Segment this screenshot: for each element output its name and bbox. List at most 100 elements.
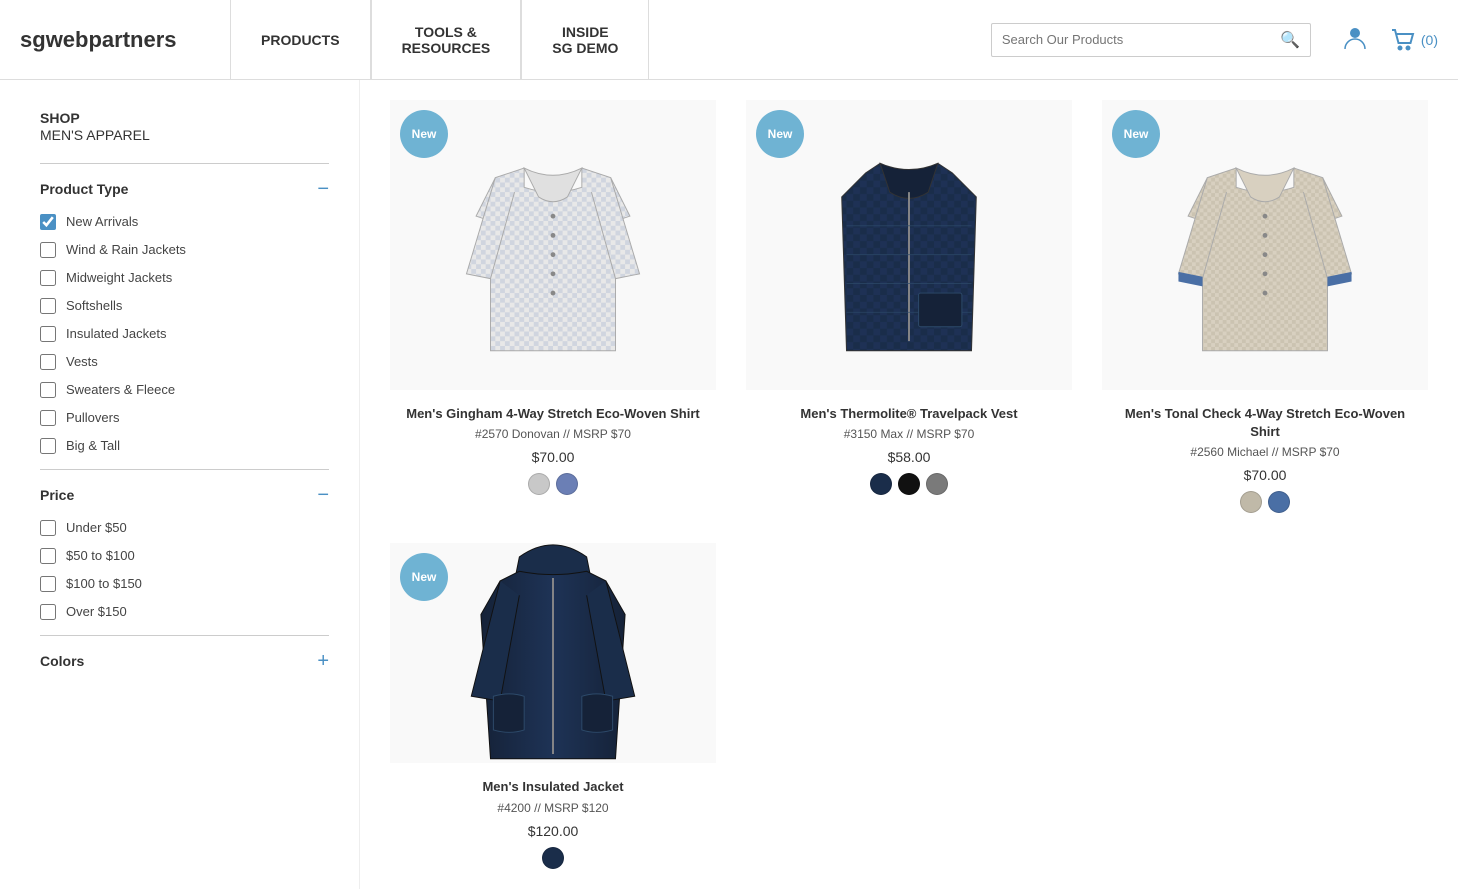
- logo-regular: webpartners: [46, 27, 177, 52]
- product-swatches-p4: [482, 847, 623, 869]
- site-logo[interactable]: sgwebpartners: [20, 27, 200, 53]
- filter-softshells-label: Softshells: [66, 298, 122, 313]
- product-price-p1: $70.00: [406, 449, 699, 465]
- filter-under50-checkbox[interactable]: [40, 520, 56, 536]
- product-name-p2: Men's Thermolite® Travelpack Vest: [800, 405, 1017, 423]
- product-info-p3: Men's Tonal Check 4-Way Stretch Eco-Wove…: [1102, 405, 1428, 513]
- filter-100to150-checkbox[interactable]: [40, 576, 56, 592]
- filter-50to100-checkbox[interactable]: [40, 548, 56, 564]
- sidebar-divider-3: [40, 635, 329, 636]
- sidebar: SHOP MEN'S APPAREL Product Type − New Ar…: [0, 80, 360, 889]
- swatch-p3-1[interactable]: [1240, 491, 1262, 513]
- product-price-p3: $70.00: [1112, 467, 1418, 483]
- filter-softshells[interactable]: Softshells: [40, 298, 329, 314]
- main-content: SHOP MEN'S APPAREL Product Type − New Ar…: [0, 80, 1458, 889]
- filter-100to150[interactable]: $100 to $150: [40, 576, 329, 592]
- filter-pullovers-label: Pullovers: [66, 410, 119, 425]
- swatch-p3-2[interactable]: [1268, 491, 1290, 513]
- header-icons: (0): [1341, 23, 1438, 57]
- swatch-p1-2[interactable]: [556, 473, 578, 495]
- filter-over150[interactable]: Over $150: [40, 604, 329, 620]
- product-sku-p3: #2560 Michael // MSRP $70: [1112, 445, 1418, 459]
- swatch-p1-1[interactable]: [528, 473, 550, 495]
- main-nav: PRODUCTS TOOLS & RESOURCES INSIDE SG DEM…: [230, 0, 971, 79]
- filter-new-arrivals[interactable]: New Arrivals: [40, 214, 329, 230]
- product-swatches-p2: [800, 473, 1017, 495]
- filter-sweaters-checkbox[interactable]: [40, 382, 56, 398]
- product-card-p4[interactable]: New: [390, 543, 716, 868]
- product-info-p1: Men's Gingham 4-Way Stretch Eco-Woven Sh…: [396, 405, 709, 495]
- price-title: Price: [40, 487, 74, 503]
- product-info-p4: Men's Insulated Jacket #4200 // MSRP $12…: [472, 778, 633, 868]
- swatch-p2-2[interactable]: [898, 473, 920, 495]
- product-sku-p1: #2570 Donovan // MSRP $70: [406, 427, 699, 441]
- swatch-p4-1[interactable]: [542, 847, 564, 869]
- filter-50to100[interactable]: $50 to $100: [40, 548, 329, 564]
- search-input[interactable]: [1002, 32, 1280, 47]
- search-bar: 🔍: [991, 23, 1311, 57]
- logo-bold: sg: [20, 27, 46, 52]
- product-card-p3[interactable]: New: [1102, 100, 1428, 513]
- colors-section-header[interactable]: Colors +: [40, 651, 329, 671]
- product-name-p4: Men's Insulated Jacket: [482, 778, 623, 796]
- filter-sweaters-label: Sweaters & Fleece: [66, 382, 175, 397]
- product-swatches-p3: [1112, 491, 1418, 513]
- filter-insulated-checkbox[interactable]: [40, 326, 56, 342]
- filter-wind-rain[interactable]: Wind & Rain Jackets: [40, 242, 329, 258]
- product-type-filters: New Arrivals Wind & Rain Jackets Midweig…: [40, 214, 329, 454]
- filter-vests-label: Vests: [66, 354, 98, 369]
- filter-under50[interactable]: Under $50: [40, 520, 329, 536]
- price-collapse-btn[interactable]: −: [317, 485, 329, 505]
- filter-midweight-checkbox[interactable]: [40, 270, 56, 286]
- product-card-p2[interactable]: New: [746, 100, 1072, 513]
- filter-midweight-label: Midweight Jackets: [66, 270, 172, 285]
- product-image-p3: New: [1102, 100, 1428, 390]
- filter-50to100-label: $50 to $100: [66, 548, 135, 563]
- filter-vests[interactable]: Vests: [40, 354, 329, 370]
- colors-title: Colors: [40, 653, 84, 669]
- new-badge-p4: New: [400, 553, 448, 601]
- filter-big-tall-label: Big & Tall: [66, 438, 120, 453]
- filter-pullovers-checkbox[interactable]: [40, 410, 56, 426]
- swatch-p2-3[interactable]: [926, 473, 948, 495]
- filter-big-tall[interactable]: Big & Tall: [40, 438, 329, 454]
- filter-pullovers[interactable]: Pullovers: [40, 410, 329, 426]
- filter-over150-label: Over $150: [66, 604, 127, 619]
- product-type-title: Product Type: [40, 181, 128, 197]
- filter-over150-checkbox[interactable]: [40, 604, 56, 620]
- filter-softshells-checkbox[interactable]: [40, 298, 56, 314]
- product-type-collapse-btn[interactable]: −: [317, 179, 329, 199]
- filter-midweight[interactable]: Midweight Jackets: [40, 270, 329, 286]
- sidebar-divider-1: [40, 163, 329, 164]
- price-filters: Under $50 $50 to $100 $100 to $150 Over …: [40, 520, 329, 620]
- product-name-p1: Men's Gingham 4-Way Stretch Eco-Woven Sh…: [406, 405, 699, 423]
- site-header: sgwebpartners PRODUCTS TOOLS & RESOURCES…: [0, 0, 1458, 80]
- category-label: MEN'S APPAREL: [40, 127, 329, 143]
- nav-tools[interactable]: TOOLS & RESOURCES: [371, 0, 522, 79]
- swatch-p2-1[interactable]: [870, 473, 892, 495]
- filter-big-tall-checkbox[interactable]: [40, 438, 56, 454]
- nav-inside[interactable]: INSIDE SG DEMO: [521, 0, 649, 79]
- price-section-header[interactable]: Price −: [40, 485, 329, 505]
- filter-sweaters[interactable]: Sweaters & Fleece: [40, 382, 329, 398]
- colors-expand-btn[interactable]: +: [317, 651, 329, 671]
- product-card-p1[interactable]: New: [390, 100, 716, 513]
- cart-count: (0): [1421, 32, 1438, 48]
- search-button[interactable]: 🔍: [1280, 30, 1300, 50]
- cart-icon[interactable]: (0): [1389, 26, 1438, 54]
- products-area: New: [360, 80, 1458, 889]
- product-swatches-p1: [406, 473, 699, 495]
- filter-vests-checkbox[interactable]: [40, 354, 56, 370]
- product-sku-p2: #3150 Max // MSRP $70: [800, 427, 1017, 441]
- product-name-p3: Men's Tonal Check 4-Way Stretch Eco-Wove…: [1112, 405, 1418, 441]
- user-icon[interactable]: [1341, 23, 1369, 57]
- nav-products[interactable]: PRODUCTS: [230, 0, 371, 79]
- shop-label: SHOP: [40, 110, 329, 127]
- product-type-section-header[interactable]: Product Type −: [40, 179, 329, 199]
- product-price-p4: $120.00: [482, 823, 623, 839]
- filter-insulated-label: Insulated Jackets: [66, 326, 166, 341]
- filter-wind-rain-checkbox[interactable]: [40, 242, 56, 258]
- filter-new-arrivals-checkbox[interactable]: [40, 214, 56, 230]
- filter-insulated[interactable]: Insulated Jackets: [40, 326, 329, 342]
- product-price-p2: $58.00: [800, 449, 1017, 465]
